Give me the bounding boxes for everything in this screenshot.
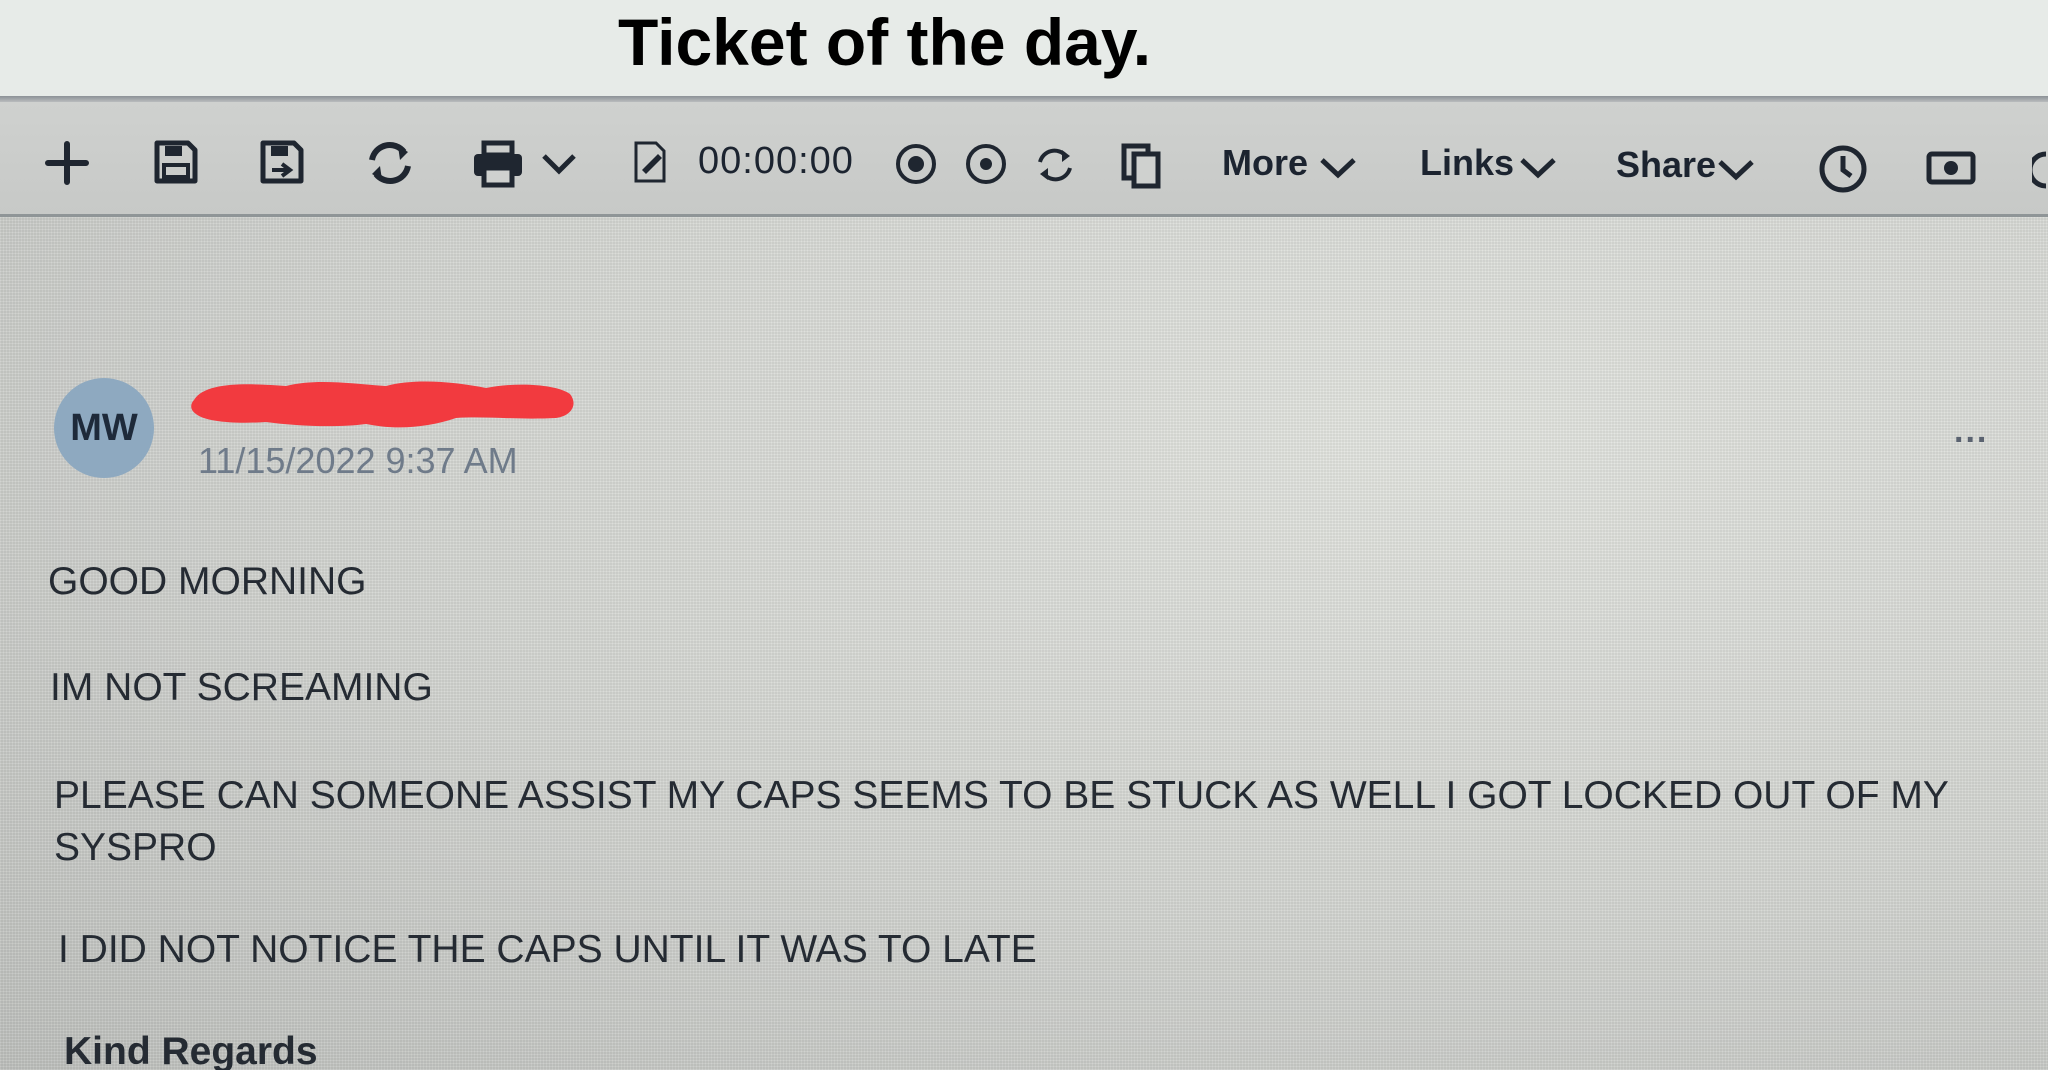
camera-icon[interactable] xyxy=(1926,150,1976,186)
caption-title: Ticket of the day. xyxy=(618,5,1152,79)
copy-icon[interactable] xyxy=(1120,142,1164,190)
more-actions-icon[interactable]: ... xyxy=(1954,412,1988,451)
share-chevron-icon[interactable] xyxy=(1716,158,1756,182)
message-line: PLEASE CAN SOMEONE ASSIST MY CAPS SEEMS … xyxy=(54,774,1949,869)
links-chevron-icon[interactable] xyxy=(1518,156,1558,180)
save-close-icon[interactable] xyxy=(258,138,306,186)
more-chevron-icon[interactable] xyxy=(1318,156,1358,180)
partial-icon[interactable] xyxy=(2032,150,2048,190)
more-menu-label[interactable]: More xyxy=(1222,142,1308,184)
print-icon[interactable] xyxy=(470,140,526,188)
message-line: I DID NOT NOTICE THE CAPS UNTIL IT WAS T… xyxy=(58,928,1037,971)
share-menu-label[interactable]: Share xyxy=(1616,144,1716,186)
timer-display: 00:00:00 xyxy=(698,140,854,182)
edit-document-icon[interactable] xyxy=(632,140,668,184)
page: Ticket of the day. 00:00:00 More Links S… xyxy=(0,0,2048,1070)
ticket-timestamp: 11/15/2022 9:37 AM xyxy=(198,440,518,481)
add-icon[interactable] xyxy=(44,140,90,186)
chevron-down-icon[interactable] xyxy=(540,152,578,176)
links-menu-label[interactable]: Links xyxy=(1420,142,1514,184)
save-icon[interactable] xyxy=(152,138,200,186)
stop-icon[interactable] xyxy=(964,142,1008,186)
signoff: Kind Regards xyxy=(64,1030,318,1070)
reset-icon[interactable] xyxy=(1034,146,1076,184)
photo-of-screen: Ticket of the day. 00:00:00 More Links S… xyxy=(0,0,2048,1070)
clock-icon[interactable] xyxy=(1818,144,1868,194)
refresh-icon[interactable] xyxy=(364,140,416,186)
caption-bar: Ticket of the day. xyxy=(0,0,2048,96)
message-line: GOOD MORNING xyxy=(48,560,367,603)
avatar: MW xyxy=(54,378,154,478)
record-icon[interactable] xyxy=(894,142,938,186)
toolbar: 00:00:00 More Links Share xyxy=(0,102,2048,217)
redacted-sender-name xyxy=(186,372,578,436)
message-line: IM NOT SCREAMING xyxy=(50,666,433,709)
